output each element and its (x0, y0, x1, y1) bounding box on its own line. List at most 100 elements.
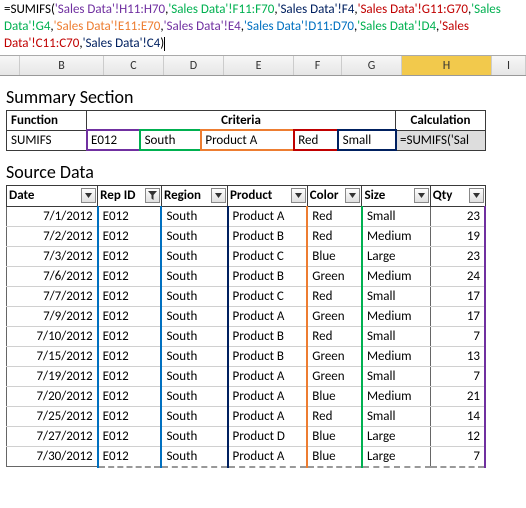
cell-rep[interactable]: E012 (98, 386, 162, 406)
cell-product[interactable]: Product C (228, 246, 308, 266)
cell-qty[interactable]: 13 (430, 346, 485, 366)
col-header-H[interactable]: H (402, 56, 492, 75)
cell-region[interactable]: South (161, 266, 227, 286)
col-header-G[interactable]: G (342, 56, 402, 75)
filter-button-color[interactable] (345, 188, 360, 203)
source-header-rep[interactable]: Rep ID (98, 185, 162, 206)
cell-rep[interactable]: E012 (98, 446, 162, 467)
cell-size[interactable]: Small (362, 326, 430, 346)
cell-region[interactable]: South (161, 426, 227, 446)
cell-region[interactable]: South (161, 206, 227, 226)
cell-size[interactable]: Medium (362, 266, 430, 286)
cell-rep[interactable]: E012 (98, 206, 162, 226)
col-header-D[interactable]: D (164, 56, 224, 75)
cell-size[interactable]: Large (362, 446, 430, 467)
col-header-F[interactable]: F (294, 56, 342, 75)
cell-qty[interactable]: 7 (430, 446, 485, 467)
cell-size[interactable]: Large (362, 246, 430, 266)
cell-date[interactable]: 7/27/2012 (7, 426, 98, 446)
cell-rep[interactable]: E012 (98, 226, 162, 246)
summary-calculation-cell[interactable]: =SUMIFS('Sal (396, 130, 486, 150)
cell-size[interactable]: Small (362, 366, 430, 386)
col-header-C[interactable]: C (104, 56, 164, 75)
cell-rep[interactable]: E012 (98, 246, 162, 266)
col-header-I[interactable]: I (492, 56, 526, 75)
cell-size[interactable]: Medium (362, 346, 430, 366)
cell-color[interactable]: Red (307, 406, 362, 426)
summary-criteria-region[interactable]: South (140, 130, 201, 150)
cell-color[interactable]: Red (307, 286, 362, 306)
cell-color[interactable]: Red (307, 206, 362, 226)
cell-qty[interactable]: 23 (430, 246, 485, 266)
cell-qty[interactable]: 7 (430, 326, 485, 346)
cell-qty[interactable]: 19 (430, 226, 485, 246)
cell-qty[interactable]: 17 (430, 286, 485, 306)
cell-product[interactable]: Product C (228, 286, 308, 306)
filter-button-size[interactable] (414, 188, 429, 203)
col-header-E[interactable]: E (224, 56, 294, 75)
cell-product[interactable]: Product A (228, 206, 308, 226)
cell-color[interactable]: Green (307, 346, 362, 366)
cell-color[interactable]: Green (307, 366, 362, 386)
cell-date[interactable]: 7/30/2012 (7, 446, 98, 467)
cell-region[interactable]: South (161, 246, 227, 266)
cell-region[interactable]: South (161, 406, 227, 426)
cell-date[interactable]: 7/25/2012 (7, 406, 98, 426)
filter-button-rep[interactable] (145, 188, 160, 203)
cell-product[interactable]: Product A (228, 366, 308, 386)
summary-criteria-color[interactable]: Red (294, 130, 338, 150)
cell-region[interactable]: South (161, 366, 227, 386)
cell-product[interactable]: Product B (228, 326, 308, 346)
cell-product[interactable]: Product B (228, 226, 308, 246)
cell-date[interactable]: 7/10/2012 (7, 326, 98, 346)
cell-size[interactable]: Large (362, 426, 430, 446)
cell-rep[interactable]: E012 (98, 266, 162, 286)
cell-date[interactable]: 7/20/2012 (7, 386, 98, 406)
cell-product[interactable]: Product A (228, 306, 308, 326)
cell-qty[interactable]: 17 (430, 306, 485, 326)
cell-qty[interactable]: 23 (430, 206, 485, 226)
cell-region[interactable]: South (161, 346, 227, 366)
source-header-region[interactable]: Region (161, 185, 227, 206)
sheet-area[interactable]: Summary Section Function Criteria Calcul… (0, 86, 526, 468)
cell-product[interactable]: Product A (228, 386, 308, 406)
cell-product[interactable]: Product B (228, 346, 308, 366)
cell-size[interactable]: Small (362, 406, 430, 426)
filter-button-product[interactable] (291, 188, 306, 203)
source-header-qty[interactable]: Qty (430, 185, 485, 206)
formula-bar[interactable]: =SUMIFS('Sales Data'!H11:H70,'Sales Data… (0, 0, 526, 56)
cell-color[interactable]: Red (307, 326, 362, 346)
source-header-product[interactable]: Product (228, 185, 308, 206)
cell-size[interactable]: Small (362, 206, 430, 226)
cell-date[interactable]: 7/2/2012 (7, 226, 98, 246)
cell-date[interactable]: 7/9/2012 (7, 306, 98, 326)
cell-rep[interactable]: E012 (98, 346, 162, 366)
cell-rep[interactable]: E012 (98, 406, 162, 426)
cell-product[interactable]: Product B (228, 266, 308, 286)
cell-color[interactable]: Red (307, 226, 362, 246)
cell-region[interactable]: South (161, 286, 227, 306)
cell-size[interactable]: Small (362, 286, 430, 306)
source-header-color[interactable]: Color (307, 185, 362, 206)
cell-color[interactable]: Blue (307, 426, 362, 446)
cell-region[interactable]: South (161, 306, 227, 326)
cell-date[interactable]: 7/6/2012 (7, 266, 98, 286)
select-all-corner[interactable] (0, 56, 20, 75)
cell-rep[interactable]: E012 (98, 306, 162, 326)
cell-region[interactable]: South (161, 326, 227, 346)
source-header-size[interactable]: Size (362, 185, 430, 206)
summary-criteria-size[interactable]: Small (338, 130, 395, 150)
cell-qty[interactable]: 24 (430, 266, 485, 286)
cell-rep[interactable]: E012 (98, 426, 162, 446)
cell-region[interactable]: South (161, 226, 227, 246)
cell-date[interactable]: 7/19/2012 (7, 366, 98, 386)
cell-size[interactable]: Medium (362, 386, 430, 406)
cell-qty[interactable]: 12 (430, 426, 485, 446)
filter-button-region[interactable] (211, 188, 226, 203)
filter-button-qty[interactable] (469, 188, 484, 203)
summary-function-cell[interactable]: SUMIFS (7, 130, 87, 150)
cell-qty[interactable]: 21 (430, 386, 485, 406)
cell-region[interactable]: South (161, 446, 227, 467)
cell-date[interactable]: 7/15/2012 (7, 346, 98, 366)
cell-date[interactable]: 7/3/2012 (7, 246, 98, 266)
